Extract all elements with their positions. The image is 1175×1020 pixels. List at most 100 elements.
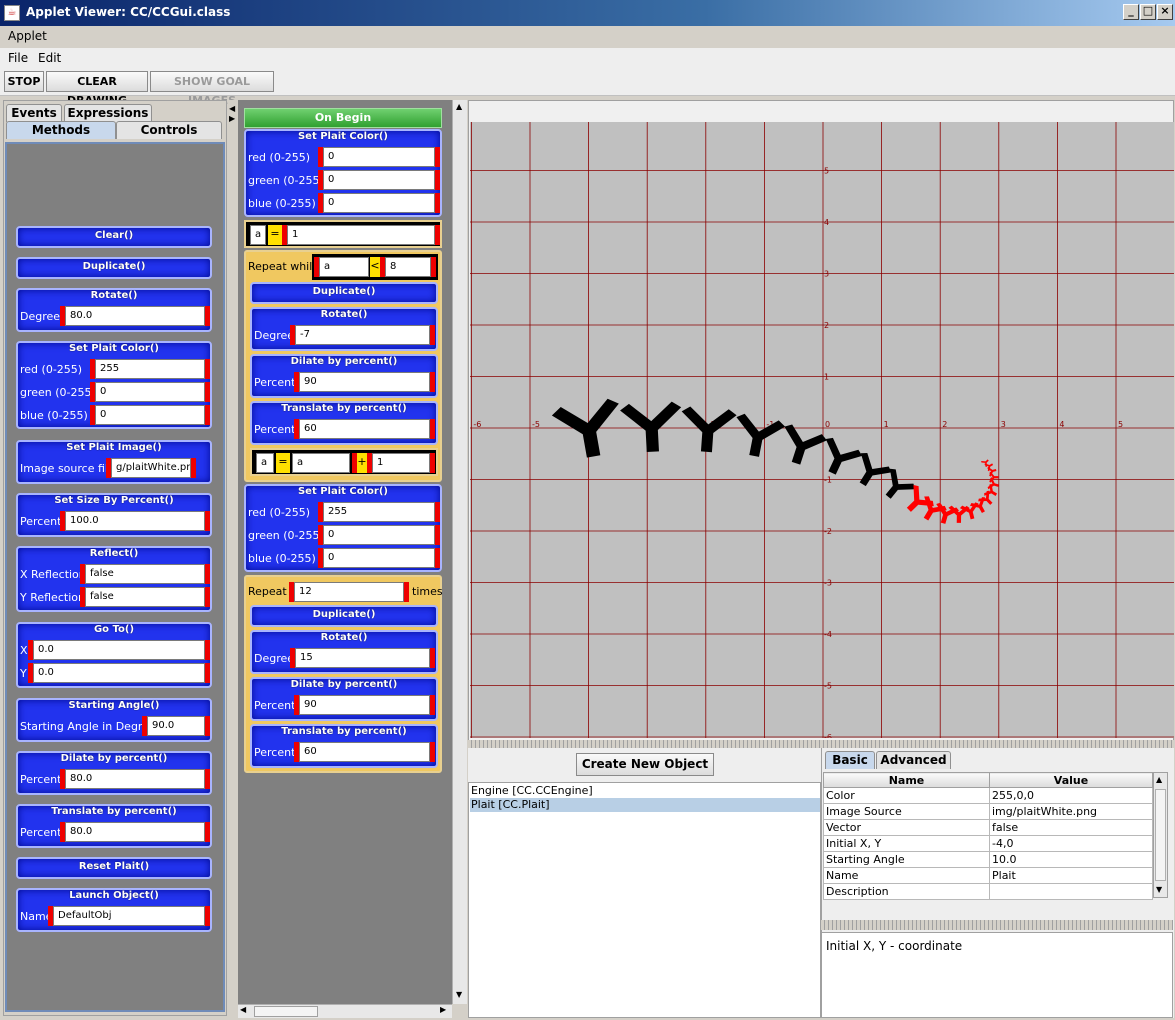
clear-drawing-button[interactable]: CLEAR DRAWING [46, 71, 148, 107]
condition-value-input[interactable]: 8 [385, 257, 431, 277]
starting-angle-block[interactable]: Starting Angle() Starting Angle in Degre… [16, 698, 212, 742]
name-column-header[interactable]: Name [823, 772, 990, 788]
percent-input[interactable]: 90 [299, 372, 430, 392]
variable-input[interactable]: a [256, 453, 274, 473]
y-input[interactable]: 0.0 [33, 663, 205, 683]
image-source-input[interactable]: g/plaitWhite.png [111, 458, 191, 478]
file-menu[interactable]: File [8, 51, 28, 65]
program-vertical-scrollbar[interactable]: ▲ ▼ [452, 100, 467, 1004]
clear-block[interactable]: Clear() [16, 226, 212, 248]
duplicate-block[interactable]: Duplicate() [250, 605, 438, 627]
property-value[interactable] [989, 883, 1153, 900]
repeat-block[interactable]: Repeat 12 times Duplicate() Rotate() Deg… [244, 575, 443, 773]
show-goal-images-button[interactable]: SHOW GOAL IMAGES [150, 71, 274, 107]
red-input[interactable]: 0 [323, 147, 435, 167]
applet-menu[interactable]: Applet [8, 29, 47, 43]
repeat-count-input[interactable]: 12 [294, 582, 404, 602]
scroll-thumb[interactable] [254, 1006, 318, 1017]
properties-splitter[interactable] [821, 920, 1173, 930]
set-plait-color-block[interactable]: Set Plait Color() red (0-255) 255 green (… [244, 484, 442, 572]
y-reflection-input[interactable]: false [85, 587, 205, 607]
condition-variable-input[interactable]: a [319, 257, 369, 277]
launch-object-block[interactable]: Launch Object() Name DefaultObj [16, 888, 212, 932]
scroll-right-icon[interactable]: ▶ [440, 1005, 446, 1014]
green-input[interactable]: 0 [323, 170, 435, 190]
property-value[interactable]: false [989, 819, 1153, 836]
property-value[interactable]: 10.0 [989, 851, 1153, 868]
blue-input[interactable]: 0 [323, 193, 435, 213]
dilate-block[interactable]: Dilate by percent() Percent 90 [250, 677, 438, 721]
list-item[interactable]: Engine [CC.CCEngine] [470, 784, 820, 798]
value-input[interactable]: 1 [287, 225, 435, 245]
increment-block[interactable]: a = a + 1 [250, 448, 438, 476]
property-value[interactable]: 255,0,0 [989, 787, 1153, 804]
set-size-block[interactable]: Set Size By Percent() Percent 100.0 [16, 493, 212, 537]
rotate-block[interactable]: Rotate() Degree 80.0 [16, 288, 212, 332]
repeat-while-block[interactable]: Repeat while a < 8 Duplicate() Rotate() … [244, 250, 442, 482]
tab-basic[interactable]: Basic [825, 751, 875, 769]
create-new-object-button[interactable]: Create New Object [576, 753, 714, 776]
reflect-block[interactable]: Reflect() X Reflection false Y Reflection… [16, 546, 212, 612]
degree-input[interactable]: 15 [295, 648, 430, 668]
starting-angle-input[interactable]: 90.0 [147, 716, 205, 736]
table-row[interactable]: Image Source img/plaitWhite.png [823, 803, 1153, 820]
degree-input[interactable]: 80.0 [65, 306, 205, 326]
percent-input[interactable]: 80.0 [65, 769, 205, 789]
stop-button[interactable]: STOP [4, 71, 44, 92]
set-plait-color-block[interactable]: Set Plait Color() red (0-255) 0 green (0-… [244, 129, 442, 217]
reset-plait-block[interactable]: Reset Plait() [16, 857, 212, 879]
table-row[interactable]: Description [823, 883, 1153, 900]
percent-input[interactable]: 100.0 [65, 511, 205, 531]
table-row[interactable]: Starting Angle 10.0 [823, 851, 1153, 868]
tab-events[interactable]: Events [6, 104, 62, 122]
variable-input[interactable]: a [250, 225, 266, 245]
minimize-button[interactable]: _ [1123, 4, 1139, 20]
property-value[interactable]: Plait [989, 867, 1153, 884]
properties-scrollbar[interactable]: ▲ ▼ [1153, 772, 1168, 898]
dilate-block[interactable]: Dilate by percent() Percent 90 [250, 354, 438, 398]
scroll-up-icon[interactable]: ▲ [1156, 775, 1162, 784]
on-begin-block[interactable]: On Begin [244, 108, 442, 128]
degree-input[interactable]: -7 [295, 325, 430, 345]
expand-right-icon[interactable]: ▶ [229, 114, 235, 123]
x-reflection-input[interactable]: false [85, 564, 205, 584]
tab-advanced[interactable]: Advanced [876, 751, 951, 769]
translate-block[interactable]: Translate by percent() Percent 60 [250, 401, 438, 445]
property-value[interactable]: img/plaitWhite.png [989, 803, 1153, 820]
blue-input[interactable]: 0 [95, 405, 205, 425]
tab-methods[interactable]: Methods [6, 121, 116, 139]
name-input[interactable]: DefaultObj [53, 906, 205, 926]
translate-block[interactable]: Translate by percent() Percent 80.0 [16, 804, 212, 848]
rotate-block[interactable]: Rotate() Degree 15 [250, 630, 438, 674]
red-input[interactable]: 255 [323, 502, 435, 522]
splitter[interactable]: ◀ ▶ [228, 100, 236, 1016]
set-plait-color-block[interactable]: Set Plait Color() red (0-255) 255 green (… [16, 341, 212, 429]
green-input[interactable]: 0 [323, 525, 435, 545]
program-horizontal-scrollbar[interactable]: ◀ ▶ [238, 1004, 452, 1018]
edit-menu[interactable]: Edit [38, 51, 61, 65]
percent-input[interactable]: 80.0 [65, 822, 205, 842]
x-input[interactable]: 0.0 [33, 640, 205, 660]
horizontal-splitter[interactable] [468, 740, 1174, 748]
list-item[interactable]: Plait [CC.Plait] [470, 798, 820, 812]
red-input[interactable]: 255 [95, 359, 205, 379]
tab-expressions[interactable]: Expressions [64, 104, 152, 122]
object-list[interactable]: Engine [CC.CCEngine] Plait [CC.Plait] [468, 782, 821, 1018]
table-row[interactable]: Initial X, Y -4,0 [823, 835, 1153, 852]
scroll-thumb[interactable] [1155, 789, 1166, 881]
percent-input[interactable]: 60 [299, 419, 430, 439]
table-row[interactable]: Color 255,0,0 [823, 787, 1153, 804]
scroll-left-icon[interactable]: ◀ [240, 1005, 246, 1014]
maximize-button[interactable]: □ [1140, 4, 1156, 20]
go-to-block[interactable]: Go To() X 0.0 Y 0.0 [16, 622, 212, 688]
property-value[interactable]: -4,0 [989, 835, 1153, 852]
scroll-down-icon[interactable]: ▼ [1156, 885, 1162, 894]
table-row[interactable]: Name Plait [823, 867, 1153, 884]
scroll-down-icon[interactable]: ▼ [456, 990, 462, 999]
rotate-block[interactable]: Rotate() Degree -7 [250, 307, 438, 351]
increment-input[interactable]: 1 [372, 453, 430, 473]
scroll-up-icon[interactable]: ▲ [456, 102, 462, 111]
dilate-block[interactable]: Dilate by percent() Percent 80.0 [16, 751, 212, 795]
duplicate-block[interactable]: Duplicate() [16, 257, 212, 279]
percent-input[interactable]: 90 [299, 695, 430, 715]
